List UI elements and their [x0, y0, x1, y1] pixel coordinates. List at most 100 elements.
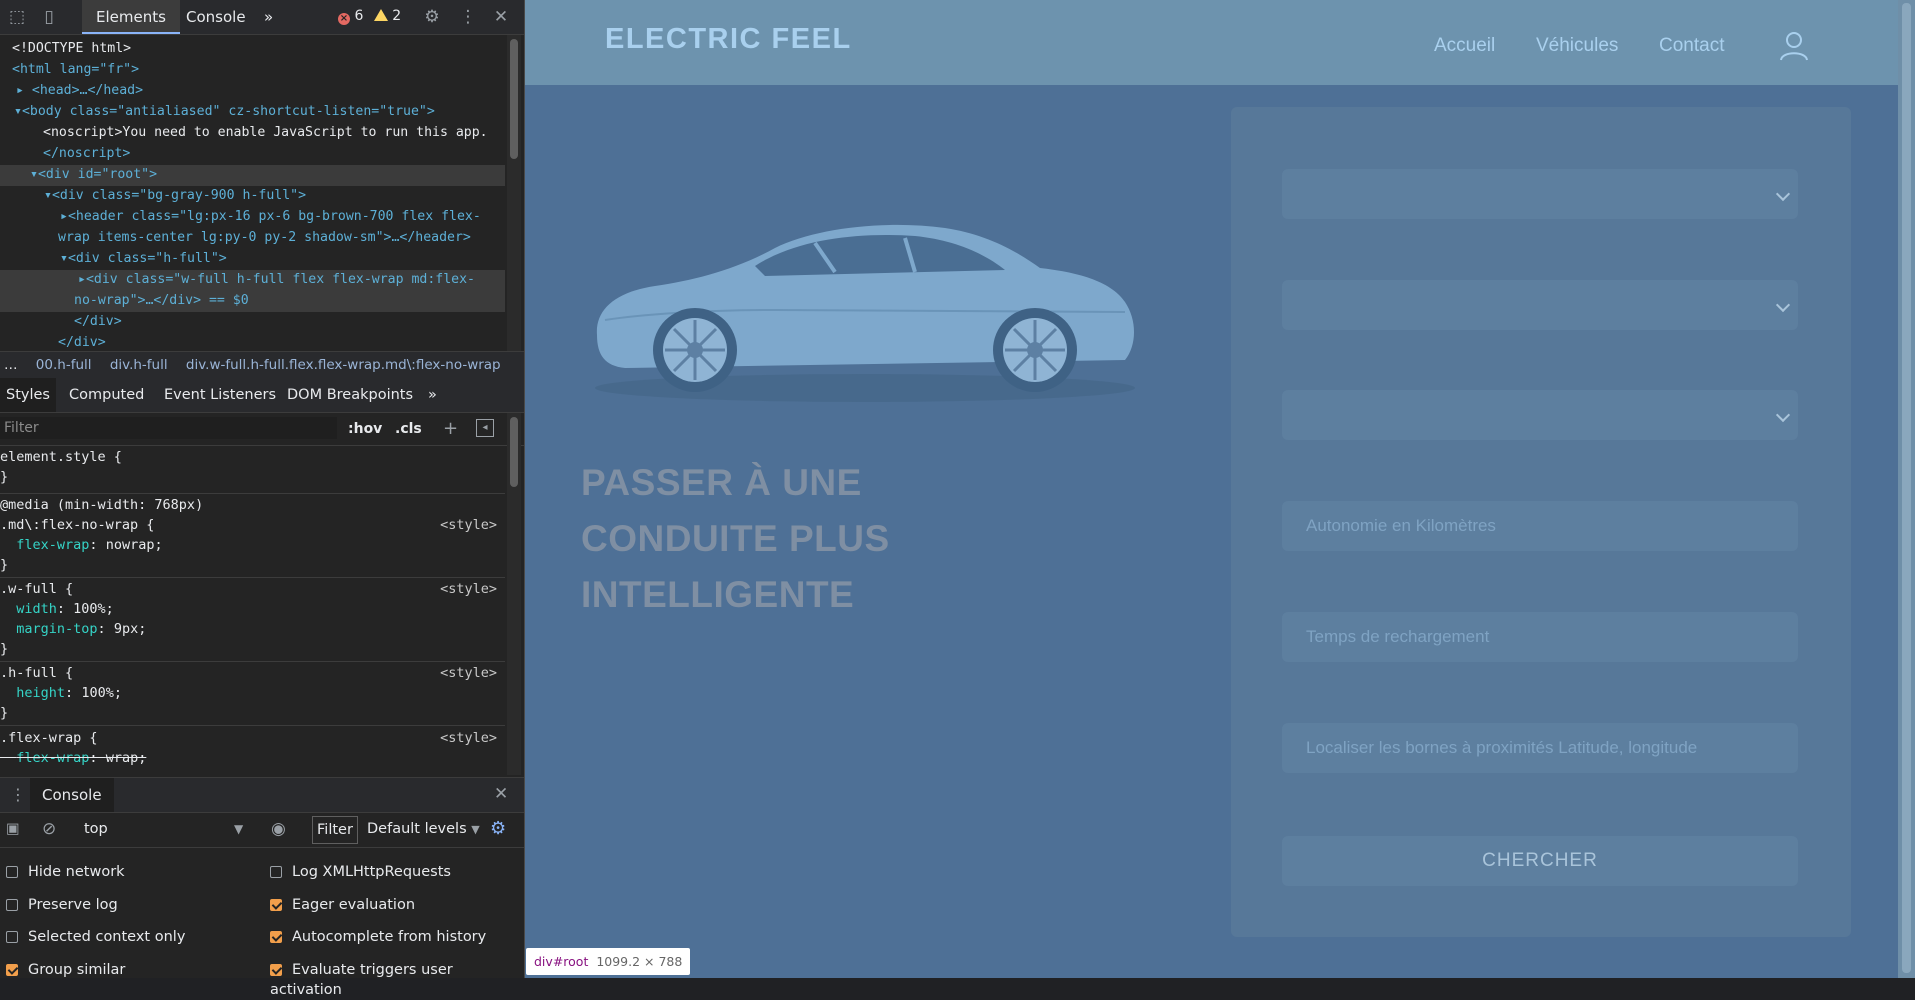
- styles-rules: element.style { } @media (min-width: 768…: [0, 445, 505, 775]
- dom-line-selected[interactable]: ▸<div class="w-full h-full flex flex-wra…: [0, 270, 505, 291]
- dom-line-selected[interactable]: no-wrap">…</div> == $0: [0, 291, 505, 312]
- settings-gear-icon[interactable]: ⚙: [421, 6, 443, 28]
- more-tabs-button[interactable]: »: [428, 378, 437, 412]
- styles-filter-row: Filter :hov .cls + ◂: [0, 413, 524, 446]
- checkbox[interactable]: [270, 866, 282, 878]
- tab-computed[interactable]: Computed: [69, 378, 144, 412]
- rule-source[interactable]: <style>: [440, 663, 497, 683]
- dom-line[interactable]: <noscript>You need to enable JavaScript …: [43, 123, 488, 144]
- close-devtools-icon[interactable]: ✕: [490, 6, 512, 28]
- checkbox[interactable]: [270, 899, 282, 911]
- dom-scrollbar[interactable]: [507, 35, 521, 351]
- option-user-activation[interactable]: Evaluate triggers user activation: [270, 960, 524, 998]
- nav-link-contact[interactable]: Contact: [1659, 35, 1724, 57]
- error-count-badge[interactable]: × 6 2: [338, 8, 401, 25]
- drawer-menu-icon[interactable]: ⋮: [10, 785, 26, 804]
- option-eager-evaluation[interactable]: Eager evaluation: [270, 895, 415, 915]
- dom-line[interactable]: ▾<body class="antialiased" cz-shortcut-l…: [14, 102, 435, 123]
- breadcrumb-item[interactable]: div.h-full: [110, 357, 168, 373]
- console-drawer-header: ⋮ Console ✕: [0, 777, 524, 813]
- close-drawer-icon[interactable]: ✕: [494, 784, 508, 804]
- nav-link-accueil[interactable]: Accueil: [1434, 35, 1495, 57]
- console-settings-gear-icon[interactable]: ⚙: [490, 811, 506, 847]
- dom-line[interactable]: ▸ <head>…</head>: [16, 81, 143, 102]
- option-autocomplete[interactable]: Autocomplete from history: [270, 927, 486, 947]
- log-levels-dropdown[interactable]: Default levels ▼: [367, 811, 480, 847]
- cls-toggle[interactable]: .cls: [395, 421, 422, 437]
- select-dropdown-2[interactable]: [1282, 280, 1798, 330]
- breadcrumb-more[interactable]: …: [4, 357, 18, 373]
- checkbox[interactable]: [6, 866, 18, 878]
- sidebar-toggle-icon[interactable]: ▣: [6, 811, 20, 847]
- rule-source[interactable]: <style>: [440, 579, 497, 599]
- style-rule[interactable]: .flex-wrap { <style> flex-wrap: wrap;: [0, 728, 505, 775]
- dom-line[interactable]: wrap items-center lg:py-0 py-2 shadow-sm…: [58, 228, 471, 249]
- dom-line[interactable]: <!DOCTYPE html>: [12, 39, 131, 60]
- select-dropdown-1[interactable]: [1282, 169, 1798, 219]
- inspect-element-icon[interactable]: ⬚: [6, 6, 28, 28]
- live-expression-eye-icon[interactable]: ◉: [271, 811, 286, 847]
- drawer-tab-console[interactable]: Console: [30, 778, 114, 812]
- chevron-down-icon[interactable]: ▼: [234, 811, 243, 847]
- checkbox[interactable]: [6, 931, 18, 943]
- device-toolbar-icon[interactable]: ▯: [38, 6, 60, 28]
- context-select[interactable]: top: [84, 811, 108, 847]
- breadcrumb-item[interactable]: div.w-full.h-full.flex.flex-wrap.md\:fle…: [186, 357, 501, 373]
- tab-styles[interactable]: Styles: [0, 378, 56, 412]
- style-rule[interactable]: element.style { }: [0, 447, 505, 494]
- hero-line: INTELLIGENTE: [581, 574, 855, 615]
- user-account-icon[interactable]: [1778, 29, 1810, 61]
- rule-source[interactable]: <style>: [440, 515, 497, 535]
- dom-line[interactable]: ▾<div class="bg-gray-900 h-full">: [44, 186, 306, 207]
- toggle-sidebar-icon[interactable]: ◂: [476, 419, 494, 437]
- nav-link-vehicules[interactable]: Véhicules: [1536, 35, 1618, 57]
- chevron-down-icon: ▼: [471, 823, 480, 836]
- checkbox[interactable]: [270, 964, 282, 976]
- option-preserve-log[interactable]: Preserve log: [6, 895, 118, 915]
- more-tabs-button[interactable]: »: [250, 0, 287, 34]
- chevron-down-icon: [1775, 186, 1791, 202]
- style-rule[interactable]: @media (min-width: 768px) .md\:flex-no-w…: [0, 495, 505, 578]
- new-rule-icon[interactable]: +: [443, 418, 458, 439]
- option-group-similar[interactable]: Group similar: [6, 960, 125, 980]
- tab-console[interactable]: Console: [172, 0, 260, 34]
- warning-icon: [373, 9, 388, 21]
- dom-line[interactable]: ▸<header class="lg:px-16 px-6 bg-brown-7…: [60, 207, 481, 228]
- hov-toggle[interactable]: :hov: [348, 421, 382, 437]
- option-log-xhr[interactable]: Log XMLHttpRequests: [270, 862, 451, 882]
- autonomy-input[interactable]: Autonomie en Kilomètres: [1282, 501, 1798, 551]
- dom-line[interactable]: </div>: [74, 312, 122, 333]
- tab-elements[interactable]: Elements: [82, 0, 180, 34]
- charge-time-input[interactable]: Temps de rechargement: [1282, 612, 1798, 662]
- hero-heading: PASSER À UNE CONDUITE PLUS INTELLIGENTE: [581, 455, 890, 623]
- location-input[interactable]: Localiser les bornes à proximités Latitu…: [1282, 723, 1798, 773]
- styles-scrollbar[interactable]: [507, 413, 521, 775]
- rule-source[interactable]: <style>: [440, 728, 497, 748]
- option-selected-context[interactable]: Selected context only: [6, 927, 185, 947]
- dom-line[interactable]: ▾<div id="root">: [0, 165, 505, 186]
- select-dropdown-3[interactable]: [1282, 390, 1798, 440]
- style-rule[interactable]: .w-full { <style> width: 100%; margin-to…: [0, 579, 505, 662]
- hero-line: PASSER À UNE: [581, 462, 862, 503]
- dom-line[interactable]: </noscript>: [43, 144, 130, 165]
- console-filter-input[interactable]: Filter: [312, 816, 358, 844]
- breadcrumb-item[interactable]: 00.h-full: [36, 357, 92, 373]
- style-rule[interactable]: .h-full { <style> height: 100%; }: [0, 663, 505, 726]
- dom-line[interactable]: <html lang="fr">: [12, 60, 139, 81]
- checkbox[interactable]: [6, 899, 18, 911]
- more-options-icon[interactable]: ⋮: [457, 6, 479, 28]
- styles-tabbar: Styles Computed Event Listeners DOM Brea…: [0, 378, 524, 413]
- styles-filter-input[interactable]: Filter: [0, 417, 337, 439]
- dom-line[interactable]: </div>: [58, 333, 106, 351]
- site-logo[interactable]: ELECTRIC FEEL: [605, 23, 852, 56]
- search-button[interactable]: CHERCHER: [1282, 836, 1798, 886]
- dom-line[interactable]: ▾<div class="h-full">: [60, 249, 227, 270]
- tab-dom-breakpoints[interactable]: DOM Breakpoints: [287, 378, 413, 412]
- tab-event-listeners[interactable]: Event Listeners: [164, 378, 276, 412]
- checkbox[interactable]: [270, 931, 282, 943]
- dom-tree[interactable]: <!DOCTYPE html> <html lang="fr"> ▸ <head…: [0, 35, 505, 351]
- clear-console-icon[interactable]: ⊘: [42, 811, 56, 847]
- option-hide-network[interactable]: Hide network: [6, 862, 125, 882]
- checkbox[interactable]: [6, 964, 18, 976]
- page-scrollbar[interactable]: [1898, 0, 1915, 978]
